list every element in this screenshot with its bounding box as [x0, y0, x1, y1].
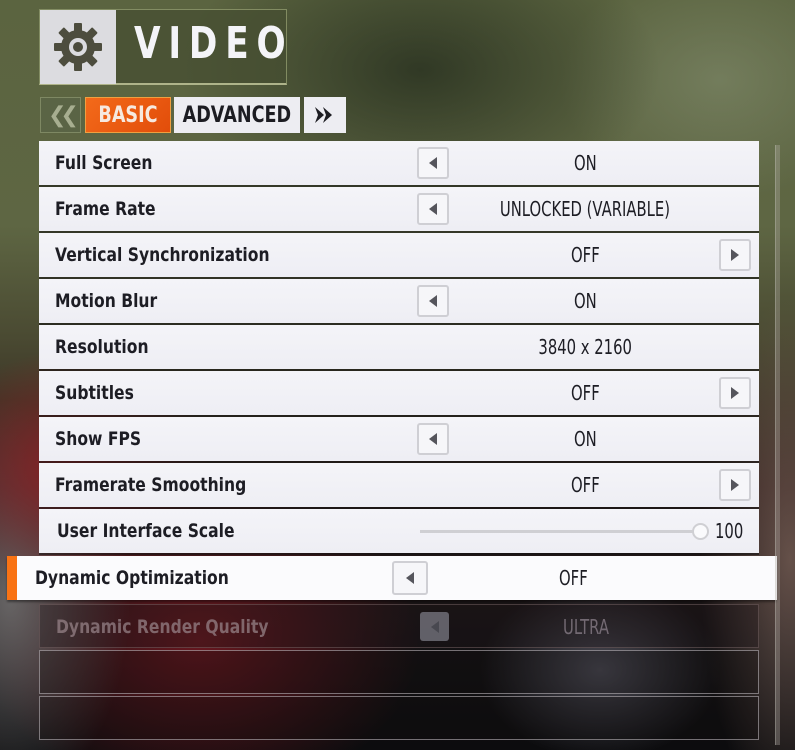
setting-value: ON: [573, 151, 597, 175]
ui-scale-value: 100: [715, 519, 744, 543]
next-option-button[interactable]: [719, 239, 751, 271]
setting-value: OFF: [570, 243, 600, 267]
empty-row: [39, 650, 759, 694]
setting-value: OFF: [570, 381, 600, 405]
setting-name: Frame Rate: [55, 198, 156, 220]
setting-value: ON: [573, 289, 597, 313]
setting-name: Dynamic Render Quality: [56, 616, 269, 638]
setting-name: Full Screen: [55, 152, 153, 174]
setting-value: UNLOCKED (VARIABLE): [499, 197, 671, 221]
tab-prev-button[interactable]: ❮❮: [40, 97, 81, 133]
setting-name: Show FPS: [55, 428, 142, 450]
next-option-button[interactable]: [719, 377, 751, 409]
setting-row-resolution[interactable]: Resolution 3840 x 2160: [39, 325, 759, 369]
page-header: VIDEO: [39, 9, 287, 85]
setting-name: Framerate Smoothing: [55, 474, 247, 496]
setting-value: 3840 x 2160: [538, 335, 632, 359]
setting-row-framerate-smoothing[interactable]: Framerate Smoothing OFF: [39, 463, 759, 507]
setting-name: Subtitles: [55, 382, 134, 404]
setting-row-frame-rate[interactable]: Frame Rate UNLOCKED (VARIABLE): [39, 187, 759, 231]
setting-value: OFF: [558, 566, 588, 590]
setting-row-ui-scale[interactable]: User Interface Scale 100: [39, 509, 759, 553]
selection-indicator: [7, 556, 17, 600]
setting-value: ON: [573, 427, 597, 451]
setting-row-vertical-sync[interactable]: Vertical Synchronization OFF: [39, 233, 759, 277]
gear-icon: [54, 23, 102, 71]
setting-name: Dynamic Optimization: [35, 567, 229, 589]
page-title: VIDEO: [134, 18, 294, 69]
chevron-right-icon: [731, 479, 739, 491]
setting-name: Resolution: [55, 336, 149, 358]
tab-advanced-label: ADVANCED: [182, 102, 292, 128]
setting-name: Vertical Synchronization: [55, 244, 270, 266]
setting-row-dynamic-optimization[interactable]: Dynamic Optimization OFF: [7, 556, 777, 600]
setting-name: User Interface Scale: [57, 520, 235, 542]
setting-value: ULTRA: [563, 615, 609, 639]
setting-row-full-screen[interactable]: Full Screen ON: [39, 141, 759, 185]
chevron-right-icon: [731, 387, 739, 399]
scrollbar[interactable]: [775, 145, 780, 745]
double-chevron-left-icon: ❮❮: [48, 102, 79, 128]
tab-next-button[interactable]: [304, 97, 346, 133]
setting-value: OFF: [570, 473, 600, 497]
next-option-button[interactable]: [719, 469, 751, 501]
tab-basic-label: BASIC: [98, 102, 158, 128]
setting-name: Motion Blur: [55, 290, 158, 312]
tab-advanced[interactable]: ADVANCED: [174, 97, 300, 133]
setting-row-motion-blur[interactable]: Motion Blur ON: [39, 279, 759, 323]
setting-row-dynamic-render-quality: Dynamic Render Quality ULTRA: [39, 604, 759, 648]
ui-scale-slider-knob[interactable]: [692, 523, 709, 540]
chevron-right-icon: [731, 249, 739, 261]
double-chevron-right-icon: [315, 107, 332, 123]
empty-row: [39, 696, 759, 740]
setting-row-show-fps[interactable]: Show FPS ON: [39, 417, 759, 461]
setting-row-subtitles[interactable]: Subtitles OFF: [39, 371, 759, 415]
ui-scale-slider-track[interactable]: [420, 530, 700, 533]
tab-basic[interactable]: BASIC: [85, 97, 171, 133]
gear-icon-box: [40, 10, 116, 84]
